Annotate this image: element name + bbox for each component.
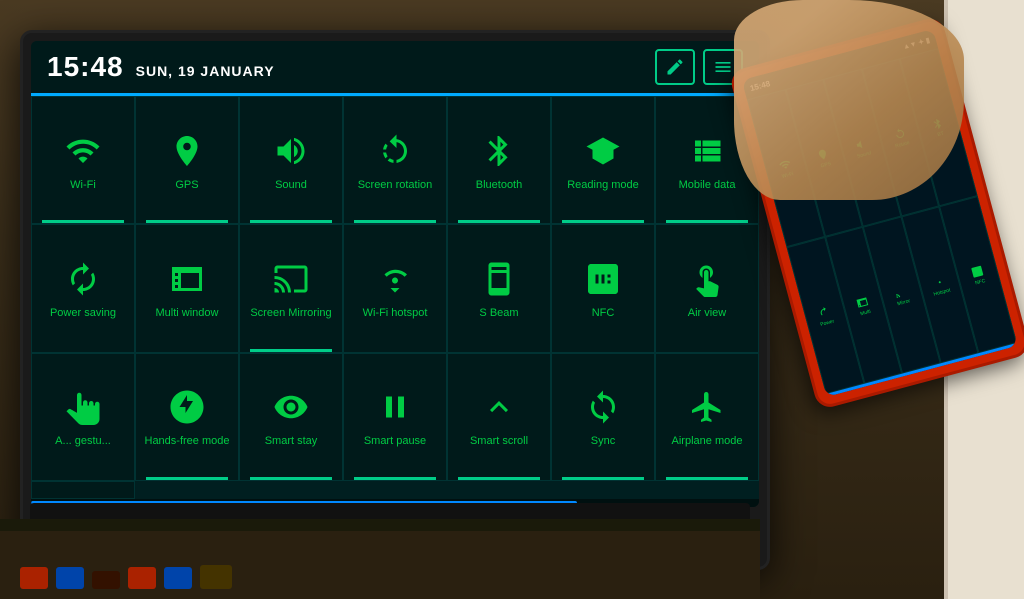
grid-item-air-gesture[interactable]: A... gestu... xyxy=(31,353,135,481)
shelf-decorations xyxy=(20,565,232,589)
smart-stay-label: Smart stay xyxy=(265,435,318,448)
sound-icon xyxy=(269,129,313,173)
grid-item-bluetooth[interactable]: Bluetooth xyxy=(447,96,551,224)
grid-item-multi-window[interactable]: Multi window xyxy=(135,224,239,352)
grid-item-smart-scroll[interactable]: Smart scroll xyxy=(447,353,551,481)
clock-time: 15:48 xyxy=(47,51,124,83)
shelf-top-edge xyxy=(0,519,760,531)
s-beam-icon xyxy=(477,257,521,301)
grid-item-nfc[interactable]: NFC xyxy=(551,224,655,352)
rotation-icon xyxy=(373,129,417,173)
nfc-label: NFC xyxy=(592,307,615,320)
grid-item-reading-mode[interactable]: Reading mode xyxy=(551,96,655,224)
grid-item-smart-pause[interactable]: Smart pause xyxy=(343,353,447,481)
sync-icon xyxy=(581,385,625,429)
clock-date: SUN, 19 JANUARY xyxy=(136,63,275,79)
sync-label: Sync xyxy=(591,435,615,448)
grid-item-s-beam[interactable]: S Beam xyxy=(447,224,551,352)
multi-window-icon xyxy=(165,257,209,301)
power-saving-icon xyxy=(61,257,105,301)
air-view-label: Air view xyxy=(688,307,727,320)
grid-item-screen-mirroring[interactable]: Screen Mirroring xyxy=(239,224,343,352)
screen-content: 15:48 SUN, 19 JANUARY xyxy=(31,41,759,507)
wifi-icon xyxy=(61,129,105,173)
grid-item-screen-rotation[interactable]: Screen rotation xyxy=(343,96,447,224)
tv-body: 15:48 SUN, 19 JANUARY xyxy=(20,30,770,570)
airplane-icon xyxy=(685,385,729,429)
hands-free-label: Hands-free mode xyxy=(145,435,230,448)
shelf-item-2 xyxy=(56,567,84,589)
smart-stay-icon xyxy=(269,385,313,429)
reading-mode-label: Reading mode xyxy=(567,179,639,192)
shelf-item-4 xyxy=(128,567,156,589)
grid-item-power-saving[interactable]: Power saving xyxy=(31,224,135,352)
smart-scroll-label: Smart scroll xyxy=(470,435,528,448)
s-beam-label: S Beam xyxy=(479,307,518,320)
shelf-item-5 xyxy=(164,567,192,589)
nfc-icon xyxy=(581,257,625,301)
screen-mirroring-icon xyxy=(269,257,313,301)
screen-mirroring-label: Screen Mirroring xyxy=(250,307,331,320)
screen-rotation-label: Screen rotation xyxy=(358,179,433,192)
air-gesture-label: A... gestu... xyxy=(55,435,111,448)
shelf-item-1 xyxy=(20,567,48,589)
edit-button[interactable] xyxy=(655,49,695,85)
smart-pause-label: Smart pause xyxy=(364,435,426,448)
gps-icon xyxy=(165,129,209,173)
shelf-item-3 xyxy=(92,571,120,589)
pencil-icon xyxy=(665,57,685,77)
power-saving-label: Power saving xyxy=(50,307,116,320)
smart-scroll-icon xyxy=(477,385,521,429)
grid-item-sync[interactable]: Sync xyxy=(551,353,655,481)
grid-item-airplane[interactable]: Airplane mode xyxy=(655,353,759,481)
wifi-hotspot-label: Wi-Fi hotspot xyxy=(363,307,428,320)
grid-item-wifi[interactable]: Wi-Fi xyxy=(31,96,135,224)
gps-label: GPS xyxy=(175,179,198,192)
hand-top xyxy=(734,0,964,200)
grid-item-gps[interactable]: GPS xyxy=(135,96,239,224)
sound-label: Sound xyxy=(275,179,307,192)
grid-item-empty xyxy=(31,481,135,499)
hands-free-icon xyxy=(165,385,209,429)
reading-icon xyxy=(581,129,625,173)
air-gesture-icon xyxy=(61,385,105,429)
grid-item-wifi-hotspot[interactable]: Wi-Fi hotspot xyxy=(343,224,447,352)
airplane-label: Airplane mode xyxy=(672,435,743,448)
wifi-label: Wi-Fi xyxy=(70,179,96,192)
bluetooth-icon xyxy=(477,129,521,173)
shelf-item-6 xyxy=(200,565,232,589)
multi-window-label: Multi window xyxy=(156,307,219,320)
time-date-area: 15:48 SUN, 19 JANUARY xyxy=(47,51,275,83)
bluetooth-label: Bluetooth xyxy=(476,179,522,192)
grid-item-smart-stay[interactable]: Smart stay xyxy=(239,353,343,481)
grid-item-sound[interactable]: Sound xyxy=(239,96,343,224)
status-bar: 15:48 SUN, 19 JANUARY xyxy=(31,41,759,93)
smart-pause-icon xyxy=(373,385,417,429)
quick-settings-grid: Wi-Fi GPS Sound xyxy=(31,96,759,499)
tv-screen: 15:48 SUN, 19 JANUARY xyxy=(31,41,759,507)
grid-item-hands-free[interactable]: Hands-free mode xyxy=(135,353,239,481)
wifi-hotspot-icon xyxy=(373,257,417,301)
